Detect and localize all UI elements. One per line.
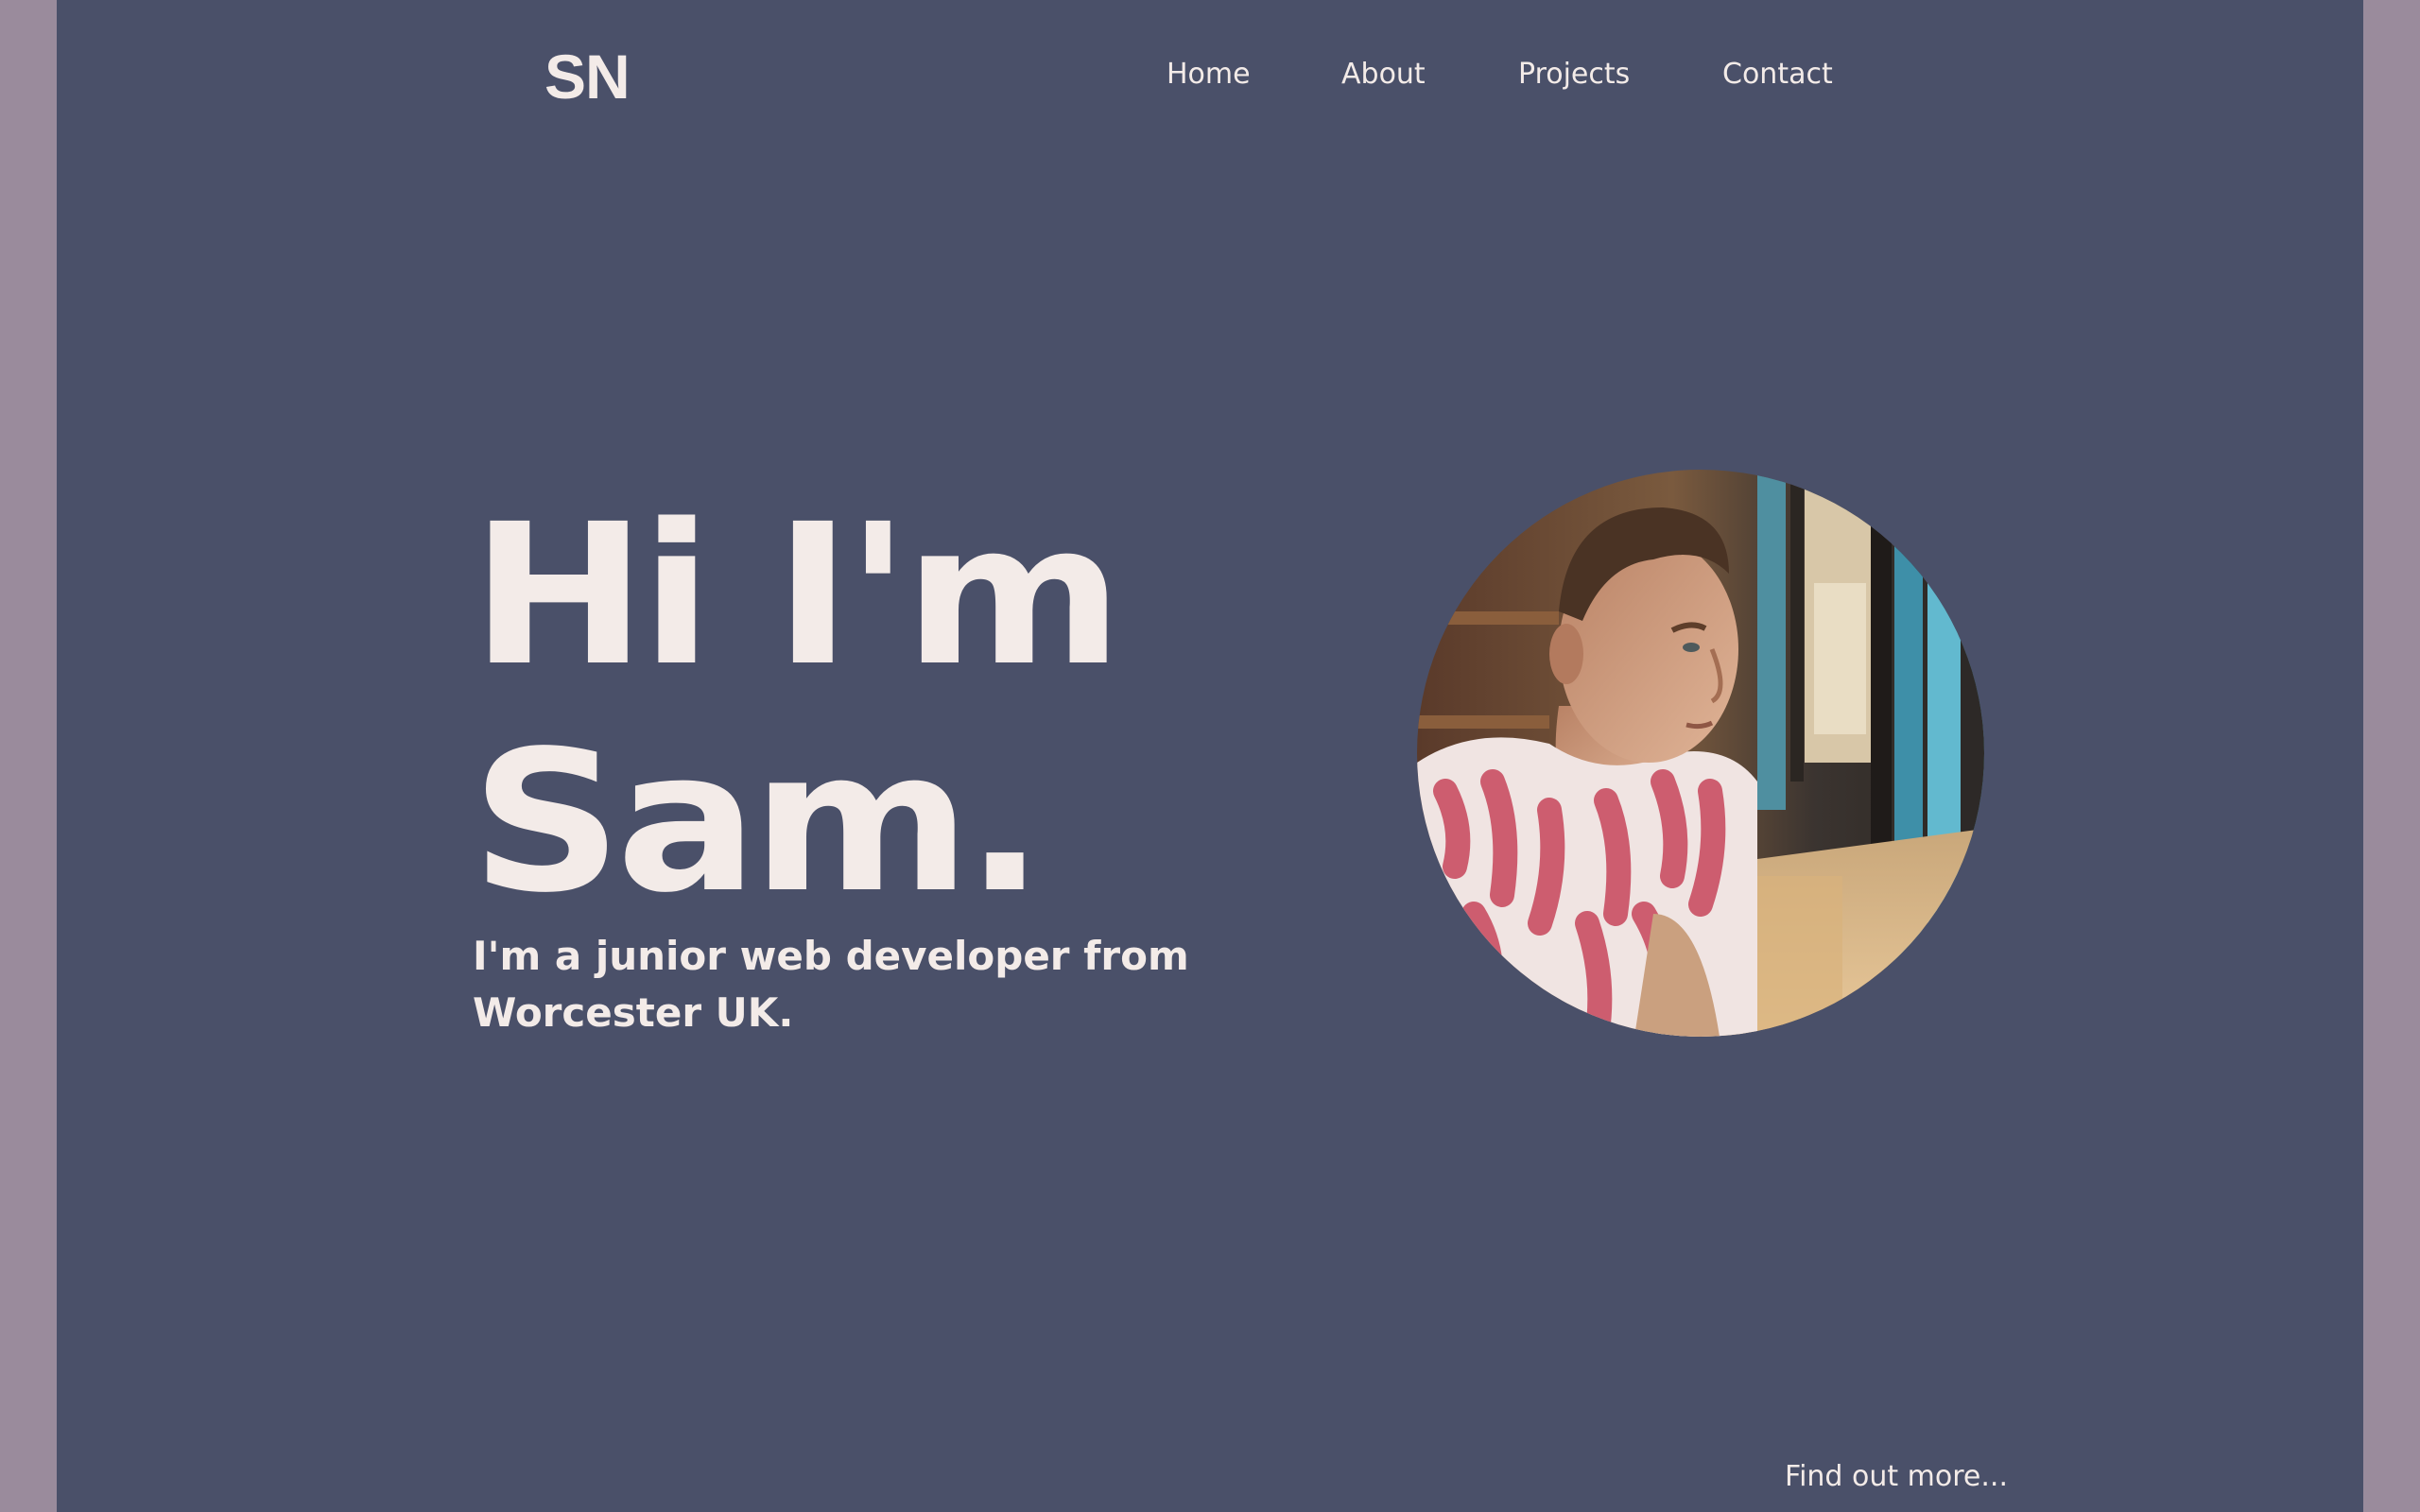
page-panel: SN Home About Projects Contact Hi I'm Sa… [57,0,2363,1512]
nav-link-home[interactable]: Home [1167,51,1251,98]
hero-heading-line-1: Hi I'm [471,482,1123,709]
hero-heading: Hi I'm Sam. [471,482,1123,936]
find-out-more-link[interactable]: Find out more... [1785,1453,2008,1501]
hero-subtitle: I'm a junior web developer from Worceste… [473,933,1189,1036]
nav-link-about[interactable]: About [1341,51,1426,98]
hero-heading-line-2: Sam. [471,709,1045,936]
nav-link-projects[interactable]: Projects [1518,51,1630,98]
profile-photo [1417,470,1984,1037]
nav-link-contact[interactable]: Contact [1722,51,1833,98]
main-nav: Home About Projects Contact [57,51,2363,98]
